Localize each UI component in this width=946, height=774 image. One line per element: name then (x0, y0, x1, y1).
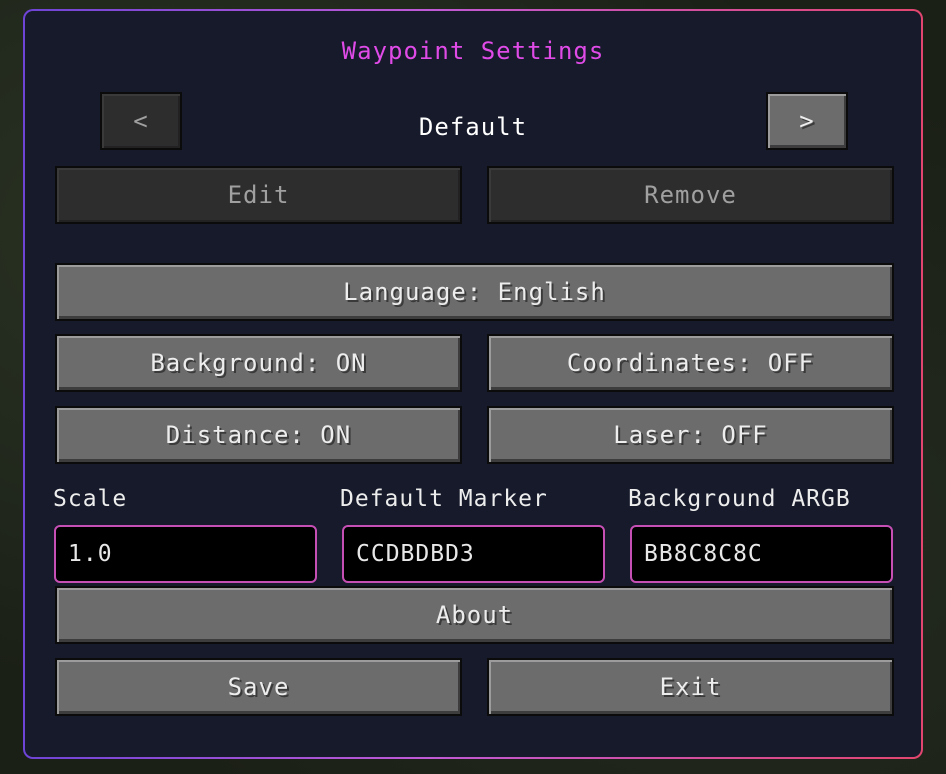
settings-panel-body: Waypoint Settings < Default > Edit Remov… (25, 11, 921, 757)
panel-title: Waypoint Settings (341, 37, 605, 65)
default-marker-input[interactable] (342, 525, 605, 583)
background-toggle-button[interactable]: Background: ON (55, 334, 462, 392)
settings-panel: Waypoint Settings < Default > Edit Remov… (23, 9, 923, 759)
laser-toggle-button[interactable]: Laser: OFF (487, 406, 894, 464)
background-argb-input[interactable] (630, 525, 893, 583)
coordinates-toggle-button[interactable]: Coordinates: OFF (487, 334, 894, 392)
distance-toggle-button[interactable]: Distance: ON (55, 406, 462, 464)
edit-button[interactable]: Edit (55, 166, 462, 224)
remove-button[interactable]: Remove (487, 166, 894, 224)
scale-input[interactable] (54, 525, 317, 583)
about-button[interactable]: About (55, 586, 894, 644)
save-button[interactable]: Save (55, 658, 462, 716)
scale-label: Scale (53, 486, 128, 512)
background-argb-label: Background ARGB (628, 486, 851, 512)
exit-button[interactable]: Exit (487, 658, 894, 716)
language-button[interactable]: Language: English (55, 263, 894, 321)
default-marker-label: Default Marker (340, 486, 548, 512)
chevron-right-icon: > (799, 107, 815, 135)
next-profile-button[interactable]: > (766, 92, 848, 150)
